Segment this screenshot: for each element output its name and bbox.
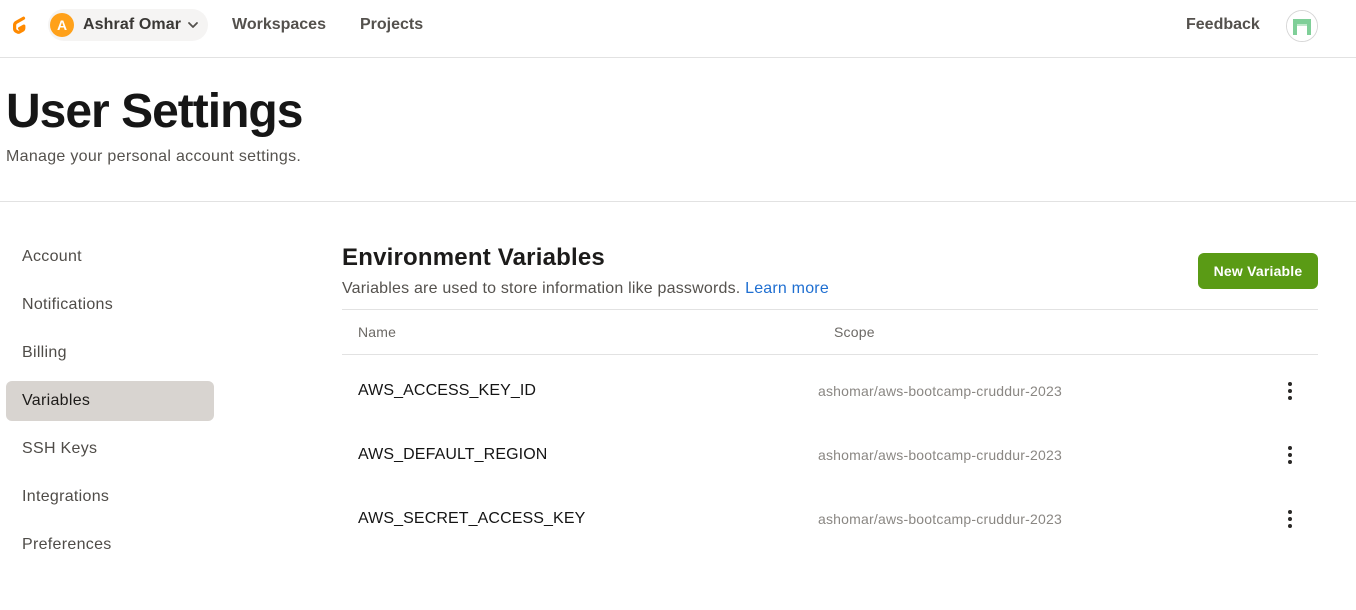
page-title: User Settings xyxy=(6,85,303,138)
gitpod-logo-icon[interactable] xyxy=(6,13,31,38)
sidebar-item-billing[interactable]: Billing xyxy=(6,333,214,373)
variable-scope: ashomar/aws-bootcamp-cruddur-2023 xyxy=(818,511,1062,527)
table-header-border xyxy=(342,354,1318,355)
new-variable-button[interactable]: New Variable xyxy=(1198,253,1318,289)
table-row: AWS_SECRET_ACCESS_KEY ashomar/aws-bootca… xyxy=(342,487,1318,551)
sidebar-item-notifications[interactable]: Notifications xyxy=(6,285,214,325)
user-avatar-icon xyxy=(1287,11,1317,41)
top-navigation-bar: A Ashraf Omar Workspaces Projects Feedba… xyxy=(0,0,1356,58)
sidebar-item-preferences[interactable]: Preferences xyxy=(6,525,214,565)
more-vertical-icon[interactable] xyxy=(1278,377,1302,405)
feedback-link[interactable]: Feedback xyxy=(1186,16,1260,34)
sidebar-item-account[interactable]: Account xyxy=(6,237,214,277)
more-vertical-icon[interactable] xyxy=(1278,505,1302,533)
header-divider xyxy=(0,201,1356,202)
variable-name: AWS_SECRET_ACCESS_KEY xyxy=(358,510,586,527)
table-row: AWS_DEFAULT_REGION ashomar/aws-bootcamp-… xyxy=(342,423,1318,487)
table-top-border xyxy=(342,309,1318,310)
section-description: Variables are used to store information … xyxy=(342,280,829,298)
user-initial-avatar: A xyxy=(50,13,74,37)
chevron-down-icon xyxy=(188,22,198,28)
table-row: AWS_ACCESS_KEY_ID ashomar/aws-bootcamp-c… xyxy=(342,359,1318,423)
sidebar-item-ssh-keys[interactable]: SSH Keys xyxy=(6,429,214,469)
user-avatar-button[interactable] xyxy=(1286,10,1318,42)
variable-scope: ashomar/aws-bootcamp-cruddur-2023 xyxy=(818,447,1062,463)
account-name: Ashraf Omar xyxy=(83,16,182,33)
page-subtitle: Manage your personal account settings. xyxy=(6,148,302,165)
variable-name: AWS_DEFAULT_REGION xyxy=(358,446,548,463)
nav-projects-link[interactable]: Projects xyxy=(360,16,423,34)
sidebar-item-integrations[interactable]: Integrations xyxy=(6,477,214,517)
sidebar-item-variables[interactable]: Variables xyxy=(6,381,214,421)
section-title: Environment Variables xyxy=(342,244,605,271)
account-switcher[interactable]: A Ashraf Omar xyxy=(48,9,208,41)
nav-workspaces-link[interactable]: Workspaces xyxy=(232,16,326,34)
column-header-scope: Scope xyxy=(834,324,875,340)
variable-name: AWS_ACCESS_KEY_ID xyxy=(358,382,537,399)
variable-scope: ashomar/aws-bootcamp-cruddur-2023 xyxy=(818,383,1062,399)
section-description-text: Variables are used to store information … xyxy=(342,280,741,297)
learn-more-link[interactable]: Learn more xyxy=(745,280,829,297)
column-header-name: Name xyxy=(358,324,397,340)
more-vertical-icon[interactable] xyxy=(1278,441,1302,469)
